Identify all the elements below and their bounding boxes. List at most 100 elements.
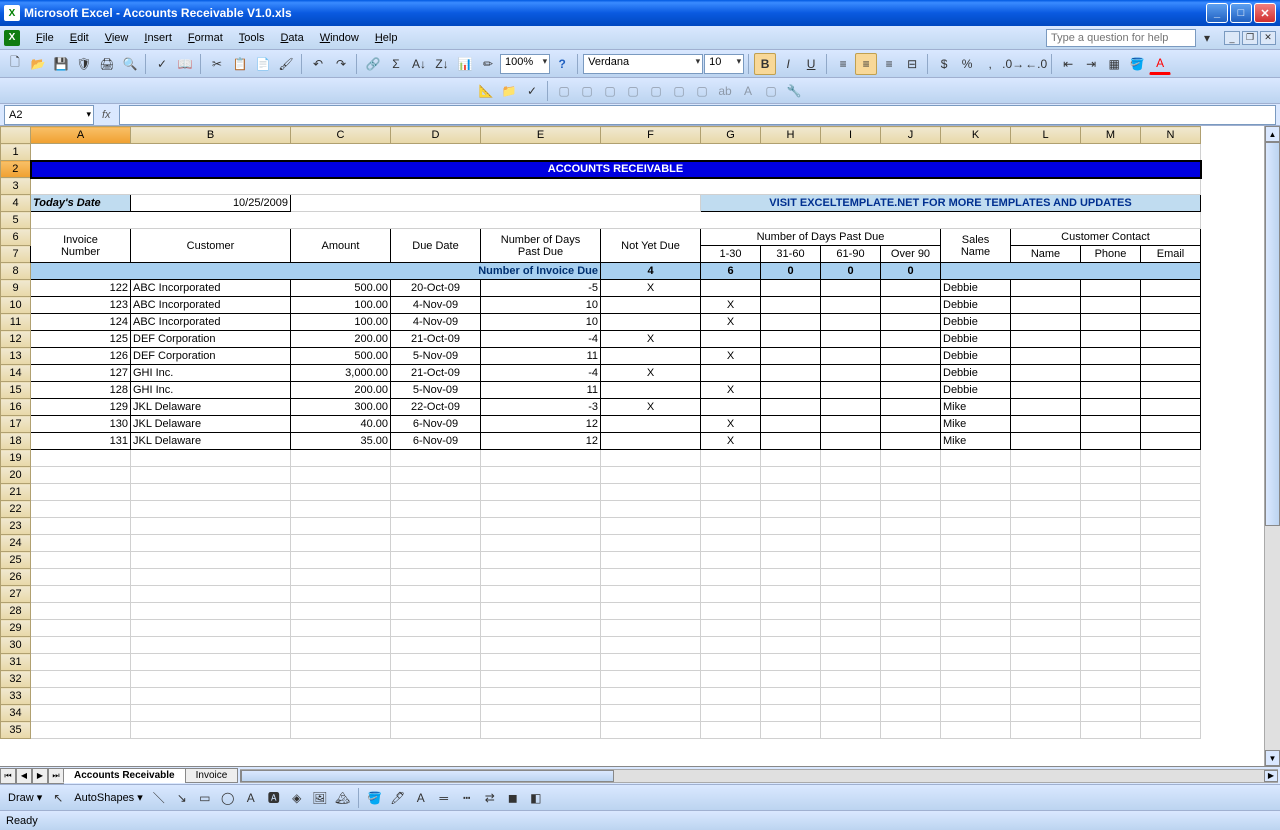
cell[interactable] (391, 603, 481, 620)
clipart-icon[interactable]: 🖼 (309, 787, 331, 809)
cell[interactable] (1081, 348, 1141, 365)
cell[interactable] (1011, 637, 1081, 654)
header-notyet[interactable]: Not Yet Due (601, 229, 701, 263)
cell[interactable] (391, 518, 481, 535)
cell[interactable] (1081, 688, 1141, 705)
row-header-9[interactable]: 9 (1, 280, 31, 297)
cell[interactable] (601, 314, 701, 331)
cell[interactable] (701, 671, 761, 688)
cell[interactable]: JKL Delaware (131, 433, 291, 450)
cell[interactable] (701, 620, 761, 637)
menu-help[interactable]: Help (367, 30, 406, 46)
cell[interactable] (881, 382, 941, 399)
cell[interactable]: 124 (31, 314, 131, 331)
bold-icon[interactable]: B (754, 53, 776, 75)
cell[interactable] (761, 586, 821, 603)
cell[interactable] (481, 654, 601, 671)
row-header-15[interactable]: 15 (1, 382, 31, 399)
cell[interactable] (881, 399, 941, 416)
cell[interactable] (601, 518, 701, 535)
scroll-up-icon[interactable]: ▲ (1265, 126, 1280, 142)
tool-icon[interactable]: ▢ (599, 80, 621, 102)
cell[interactable] (821, 382, 881, 399)
cell[interactable] (31, 620, 131, 637)
cell[interactable] (391, 722, 481, 739)
cell[interactable] (761, 705, 821, 722)
cell[interactable] (881, 501, 941, 518)
save-icon[interactable]: 💾 (50, 53, 72, 75)
cell[interactable] (881, 705, 941, 722)
cell[interactable]: 21-Oct-09 (391, 331, 481, 348)
row-header-35[interactable]: 35 (1, 722, 31, 739)
cell[interactable] (391, 450, 481, 467)
cell[interactable] (821, 314, 881, 331)
scroll-down-icon[interactable]: ▼ (1265, 750, 1280, 766)
cell[interactable] (761, 314, 821, 331)
name-box[interactable]: A2 (4, 105, 94, 125)
cell[interactable] (391, 552, 481, 569)
header-cemail[interactable]: Email (1141, 246, 1201, 263)
cell[interactable] (131, 552, 291, 569)
summary-notyet[interactable]: 4 (601, 263, 701, 280)
cell[interactable] (1081, 450, 1141, 467)
cell[interactable]: Debbie (941, 280, 1011, 297)
row-header-27[interactable]: 27 (1, 586, 31, 603)
excel-menu-icon[interactable]: X (4, 30, 20, 46)
cell[interactable] (601, 382, 701, 399)
cell[interactable] (1011, 280, 1081, 297)
cell[interactable] (601, 620, 701, 637)
cell[interactable] (821, 705, 881, 722)
cell[interactable]: JKL Delaware (131, 399, 291, 416)
menu-view[interactable]: View (97, 30, 137, 46)
cell[interactable] (291, 484, 391, 501)
cell[interactable]: X (701, 314, 761, 331)
cell[interactable] (1011, 382, 1081, 399)
row-header-33[interactable]: 33 (1, 688, 31, 705)
drawing-icon[interactable]: ✏ (477, 53, 499, 75)
sheet-tab-invoice[interactable]: Invoice (185, 768, 239, 783)
maximize-button[interactable]: □ (1230, 3, 1252, 23)
cell[interactable] (31, 722, 131, 739)
cell[interactable] (291, 552, 391, 569)
cell[interactable] (701, 654, 761, 671)
cell[interactable] (131, 705, 291, 722)
cell[interactable] (391, 705, 481, 722)
cell[interactable] (761, 433, 821, 450)
undo-icon[interactable]: ↶ (307, 53, 329, 75)
cell[interactable]: 500.00 (291, 348, 391, 365)
cell[interactable] (821, 671, 881, 688)
cell[interactable] (1011, 518, 1081, 535)
scroll-thumb[interactable] (1265, 142, 1280, 526)
cell[interactable] (881, 297, 941, 314)
cell[interactable] (1081, 416, 1141, 433)
cell[interactable] (941, 484, 1011, 501)
cell[interactable] (1141, 399, 1201, 416)
cell[interactable] (131, 620, 291, 637)
cell[interactable] (1141, 518, 1201, 535)
col-header-F[interactable]: F (601, 127, 701, 144)
cell[interactable] (881, 416, 941, 433)
cell[interactable] (391, 569, 481, 586)
cell[interactable] (821, 569, 881, 586)
cell[interactable] (1011, 348, 1081, 365)
cell[interactable] (761, 688, 821, 705)
cell[interactable] (941, 501, 1011, 518)
tool-icon[interactable]: 🔧 (783, 80, 805, 102)
cell[interactable]: 10/25/2009 (131, 195, 291, 212)
cell[interactable] (31, 518, 131, 535)
cell[interactable] (601, 586, 701, 603)
cell[interactable] (761, 552, 821, 569)
cell[interactable]: 11 (481, 348, 601, 365)
tool-icon[interactable]: ✓ (521, 80, 543, 102)
cell[interactable] (1141, 280, 1201, 297)
cell[interactable] (761, 722, 821, 739)
doc-minimize-button[interactable]: _ (1224, 31, 1240, 45)
cell[interactable]: -5 (481, 280, 601, 297)
cell[interactable] (601, 603, 701, 620)
cell[interactable]: 127 (31, 365, 131, 382)
cell[interactable] (821, 637, 881, 654)
cell[interactable] (131, 654, 291, 671)
cell[interactable] (31, 569, 131, 586)
increase-indent-icon[interactable]: ⇥ (1080, 53, 1102, 75)
cell[interactable] (1081, 484, 1141, 501)
